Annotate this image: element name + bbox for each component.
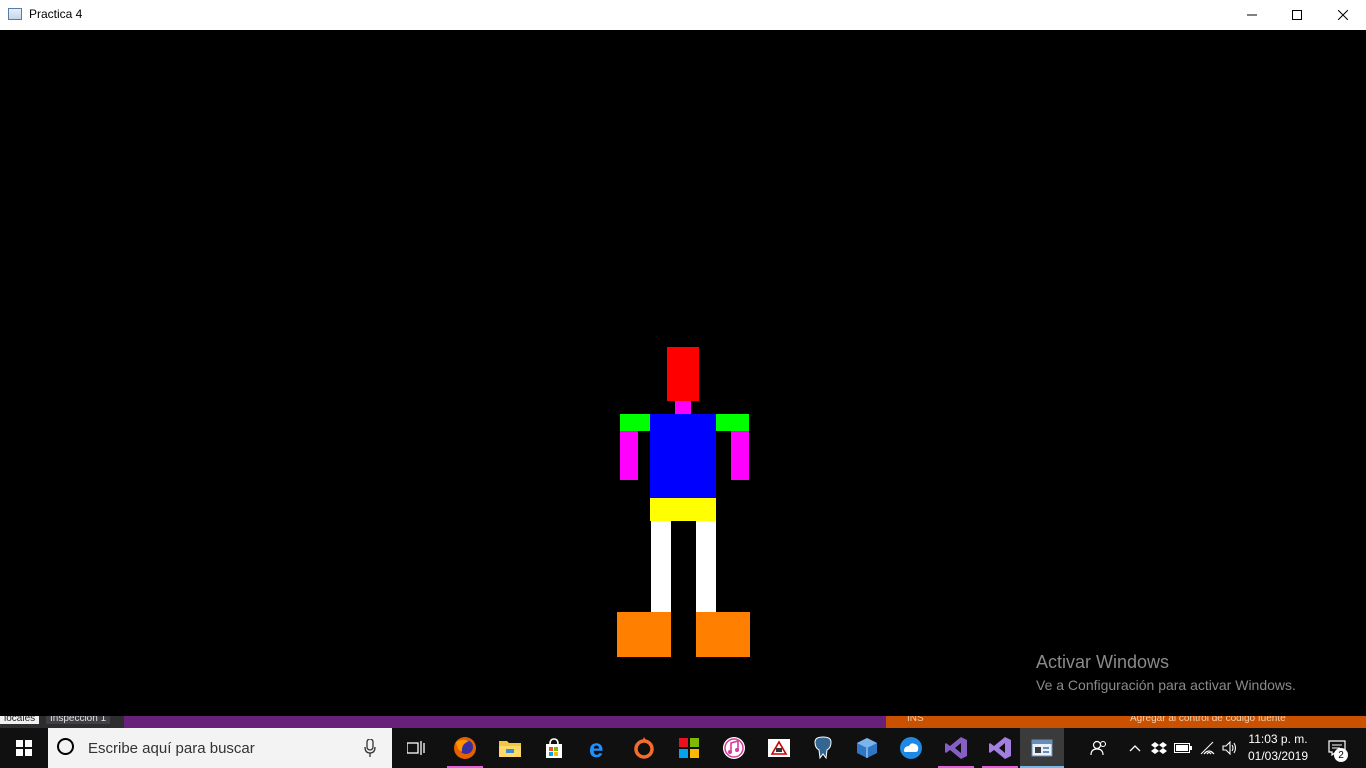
start-button[interactable]	[0, 728, 48, 768]
activation-subtitle: Ve a Configuración para activar Windows.	[1036, 677, 1296, 693]
app-window-icon	[8, 8, 22, 20]
torso	[650, 414, 716, 498]
cortana-icon	[57, 738, 74, 755]
notification-count-badge: 2	[1334, 748, 1348, 762]
volume-icon	[1222, 741, 1237, 755]
virtualbox-button[interactable]	[845, 728, 889, 768]
taskbar-clock[interactable]: 11:03 p. m. 01/03/2019	[1240, 731, 1316, 765]
left-leg	[651, 521, 671, 618]
close-icon	[1338, 10, 1348, 20]
minimize-button[interactable]	[1229, 0, 1275, 30]
paint-app-icon	[768, 739, 790, 757]
ide-status-purple	[124, 716, 886, 728]
itunes-button[interactable]	[712, 728, 756, 768]
office-icon	[679, 738, 699, 758]
task-view-button[interactable]	[394, 728, 438, 768]
postgres-icon	[814, 736, 832, 760]
firefox-icon	[454, 737, 476, 759]
office-button[interactable]	[667, 728, 711, 768]
neck	[675, 401, 691, 414]
practica-window-icon	[1031, 739, 1053, 757]
window-title: Practica 4	[29, 7, 83, 21]
ide-source-control[interactable]: Agregar al control de código fuente	[1130, 716, 1286, 724]
postgres-button[interactable]	[801, 728, 845, 768]
origin-icon	[634, 737, 654, 759]
task-view-icon	[407, 741, 425, 755]
people-icon	[1090, 740, 1107, 756]
practica-window-button[interactable]	[1020, 728, 1064, 768]
activation-watermark: Activar Windows Ve a Configuración para …	[1036, 652, 1296, 693]
taskbar: Escribe aquí para buscar e 11:03 p. m. 0…	[0, 728, 1366, 768]
virtualbox-icon	[857, 738, 877, 758]
store-icon	[546, 738, 562, 758]
render-canvas[interactable]	[0, 30, 1366, 718]
right-leg	[696, 521, 716, 618]
wifi-icon	[1200, 741, 1215, 755]
chevron-up-icon	[1129, 745, 1141, 752]
edge-icon: e	[589, 736, 603, 760]
svg-text:e: e	[589, 736, 603, 760]
visual-studio-button[interactable]	[934, 728, 978, 768]
maximize-button[interactable]	[1274, 0, 1320, 30]
left-arm	[620, 431, 638, 480]
file-explorer-icon	[499, 741, 521, 757]
close-button[interactable]	[1320, 0, 1366, 30]
store-button[interactable]	[532, 728, 576, 768]
firefox-button[interactable]	[443, 728, 487, 768]
cloud-app-button[interactable]	[889, 728, 933, 768]
origin-button[interactable]	[622, 728, 666, 768]
minimize-icon	[1247, 14, 1257, 16]
ide-tab-watch[interactable]: Inspección 1	[46, 716, 111, 724]
ide-status-ins: INS	[907, 716, 924, 724]
background-ide-strip: locales Inspección 1 INS Agregar al cont…	[0, 716, 1366, 728]
right-shoulder	[716, 414, 749, 431]
ide-status-orange	[886, 716, 1366, 728]
visual-studio-icon	[945, 737, 967, 759]
clock-time: 11:03 p. m.	[1248, 732, 1308, 746]
left-foot	[617, 612, 671, 657]
right-foot	[696, 612, 750, 657]
battery-tray-button[interactable]	[1172, 728, 1194, 768]
cloud-app-icon	[900, 737, 922, 759]
windows-logo-icon	[16, 740, 32, 756]
hips	[650, 498, 716, 521]
right-arm	[731, 431, 749, 480]
paint-app-button[interactable]	[757, 728, 801, 768]
edge-button[interactable]: e	[577, 728, 621, 768]
ide-tab-locals[interactable]: locales	[0, 716, 40, 724]
dropbox-tray-button[interactable]	[1149, 728, 1169, 768]
itunes-icon	[723, 737, 745, 759]
visual-studio-2-icon	[989, 737, 1011, 759]
microphone-icon[interactable]	[364, 739, 376, 757]
search-placeholder: Escribe aquí para buscar	[88, 740, 255, 757]
taskbar-search-box[interactable]: Escribe aquí para buscar	[48, 728, 392, 768]
head	[667, 347, 699, 401]
visual-studio-2-button[interactable]	[978, 728, 1022, 768]
battery-icon	[1174, 743, 1192, 753]
left-shoulder	[620, 414, 650, 431]
activation-title: Activar Windows	[1036, 652, 1170, 672]
show-hidden-icons-button[interactable]	[1126, 728, 1144, 768]
people-button[interactable]	[1086, 728, 1112, 768]
window-titlebar[interactable]: Practica 4	[0, 0, 1366, 30]
file-explorer-button[interactable]	[488, 728, 532, 768]
clock-date: 01/03/2019	[1247, 749, 1309, 763]
maximize-icon	[1292, 10, 1302, 20]
dropbox-icon	[1151, 742, 1167, 754]
wifi-tray-button[interactable]	[1198, 728, 1220, 768]
volume-tray-button[interactable]	[1220, 728, 1240, 768]
